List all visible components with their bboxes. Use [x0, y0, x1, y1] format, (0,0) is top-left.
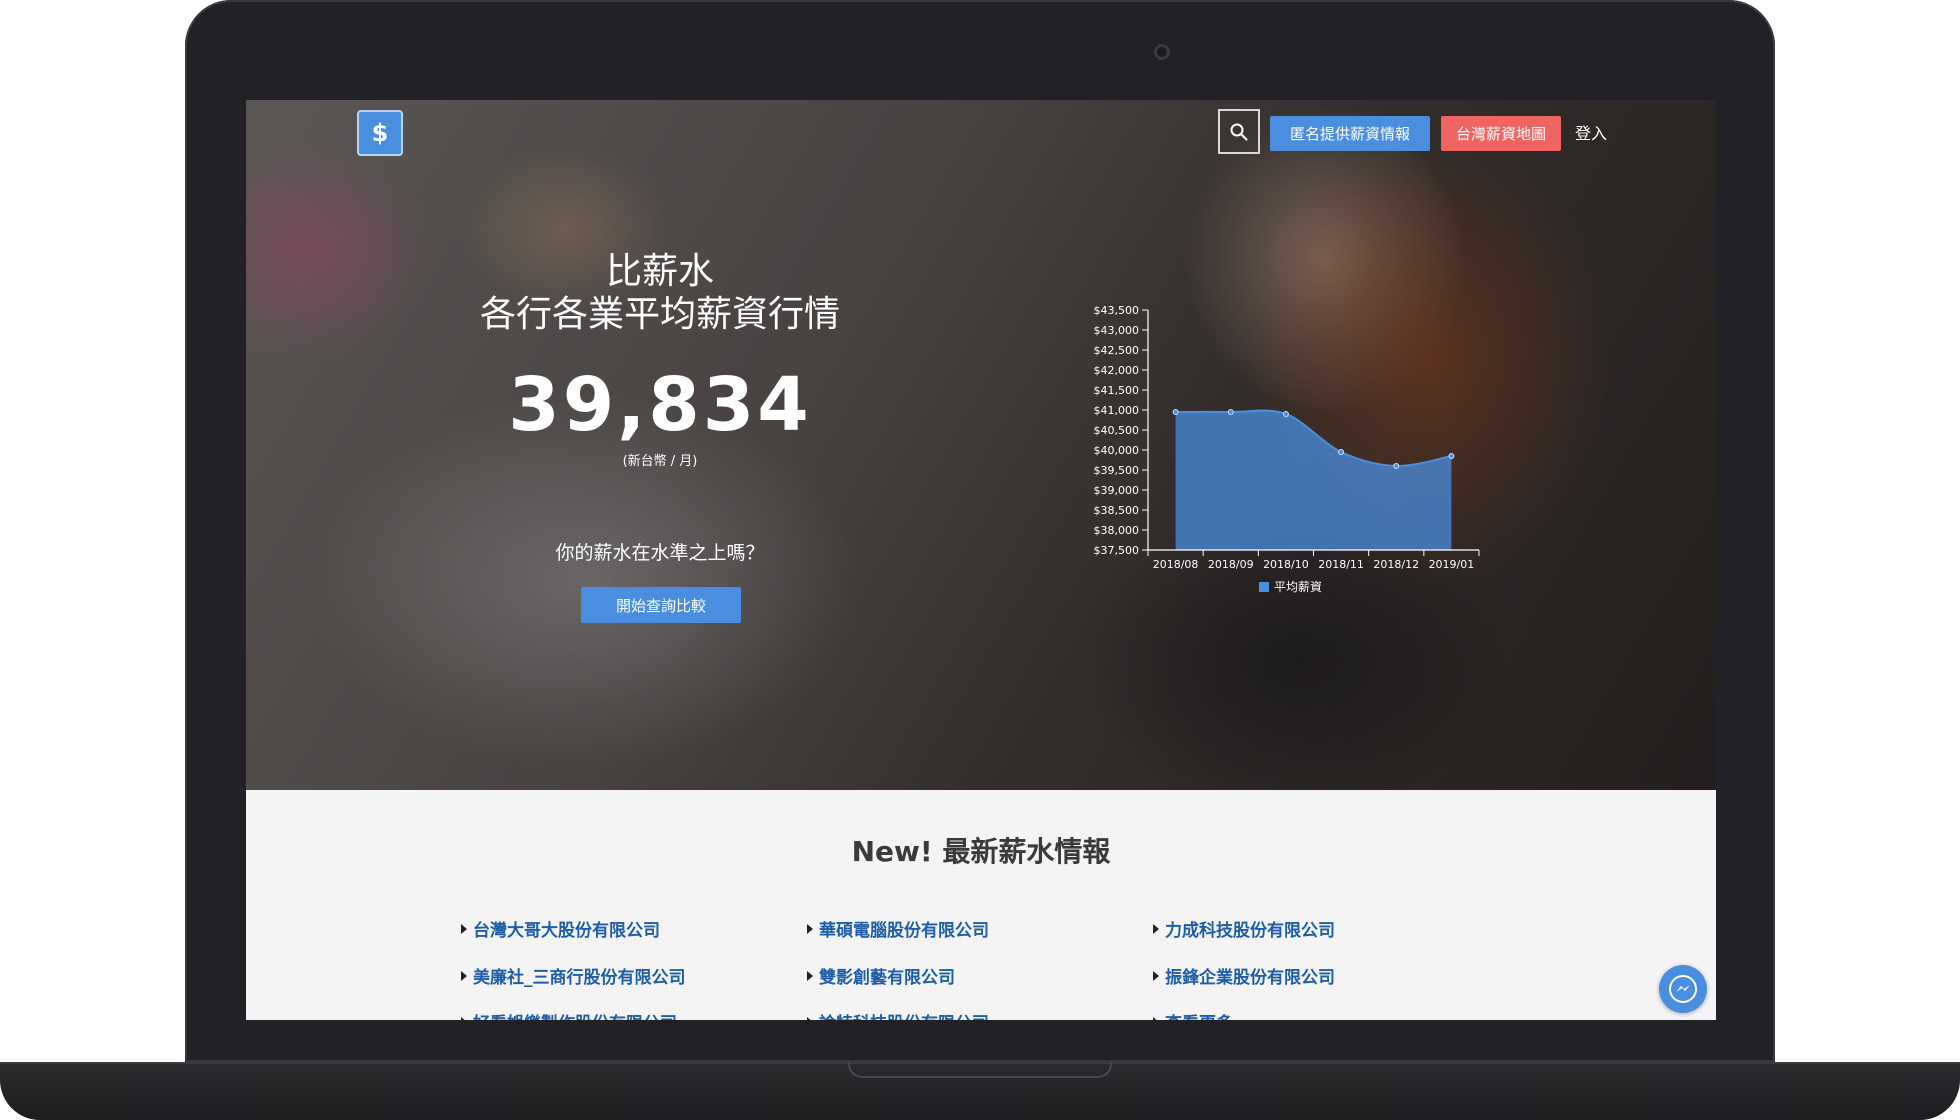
y-tick-label: $42,000	[1094, 364, 1140, 377]
y-tick-label: $37,500	[1094, 544, 1140, 557]
y-tick-label: $41,500	[1094, 384, 1140, 397]
average-salary-value: 39,834	[508, 362, 812, 448]
messenger-button[interactable]	[1659, 965, 1707, 1013]
x-tick-label: 2018/12	[1373, 558, 1419, 571]
anonymous-submit-button[interactable]: 匿名提供薪資情報	[1270, 116, 1430, 151]
y-tick-label: $39,500	[1094, 464, 1140, 477]
company-link[interactable]: 好看娛樂製作股份有限公司	[461, 1009, 677, 1020]
data-point	[1172, 409, 1179, 415]
page-title: 比薪水 各行各業平均薪資行情	[360, 250, 960, 336]
y-tick-label: $42,500	[1094, 344, 1140, 357]
legend-label: 平均薪資	[1274, 580, 1322, 594]
start-compare-button[interactable]: 開始查詢比較	[581, 587, 741, 623]
search-button[interactable]	[1218, 109, 1260, 154]
search-icon	[1230, 123, 1248, 141]
company-link[interactable]: 華碩電腦股份有限公司	[807, 916, 989, 941]
x-tick-label: 2018/11	[1318, 558, 1364, 571]
y-tick-label: $38,000	[1094, 524, 1140, 537]
browser-screen: $ 匿名提供薪資情報 台灣薪資地圖 登入 比薪水 各行各業平均薪資行情 39,8…	[246, 100, 1716, 1020]
title-line-1: 比薪水	[605, 251, 714, 292]
camera-icon	[1154, 44, 1170, 60]
salary-map-button[interactable]: 台灣薪資地圖	[1441, 116, 1561, 151]
salary-unit: (新台幣 / 月)	[622, 454, 698, 469]
x-tick-label: 2019/01	[1429, 558, 1475, 571]
y-tick-label: $43,500	[1094, 304, 1140, 317]
login-link[interactable]: 登入	[1575, 120, 1607, 144]
x-tick-label: 2018/10	[1263, 558, 1309, 571]
logo[interactable]: $	[357, 110, 403, 156]
y-tick-label: $39,000	[1094, 484, 1140, 497]
dollar-icon: $	[371, 119, 389, 147]
latest-salary-section: New! 最新薪水情報 台灣大哥大股份有限公司 華碩電腦股份有限公司 力成科技股…	[246, 790, 1716, 1020]
data-point	[1448, 453, 1455, 459]
company-link[interactable]: 美廉社_三商行股份有限公司	[461, 963, 686, 988]
y-tick-label: $38,500	[1094, 504, 1140, 517]
company-link[interactable]: 雙影創藝有限公司	[807, 963, 955, 988]
legend-swatch	[1259, 582, 1269, 592]
x-tick-label: 2018/09	[1208, 558, 1254, 571]
x-tick-label: 2018/08	[1153, 558, 1199, 571]
company-link[interactable]: 論特科技股份有限公司	[807, 1009, 989, 1020]
view-more-link[interactable]: 查看更多	[1153, 1009, 1233, 1020]
company-link[interactable]: 台灣大哥大股份有限公司	[461, 916, 660, 941]
company-link[interactable]: 振鋒企業股份有限公司	[1153, 963, 1335, 988]
data-point	[1393, 463, 1400, 469]
y-tick-label: $43,000	[1094, 324, 1140, 337]
data-point	[1282, 411, 1289, 417]
hero-question: 你的薪水在水準之上嗎？	[555, 542, 765, 564]
salary-area-chart: $37,500 $38,000 $38,500 $39,000 $39,500 $40,0…	[1094, 304, 1480, 594]
y-tick-label: $40,000	[1094, 444, 1140, 457]
latest-title: New! 最新薪水情報	[851, 835, 1111, 868]
data-point	[1227, 409, 1234, 415]
hero-section: $ 匿名提供薪資情報 台灣薪資地圖 登入 比薪水 各行各業平均薪資行情 39,8…	[246, 100, 1716, 790]
messenger-icon	[1669, 975, 1697, 1003]
y-tick-label: $41,000	[1094, 404, 1140, 417]
company-link[interactable]: 力成科技股份有限公司	[1153, 916, 1335, 941]
title-line-2: 各行各業平均薪資行情	[479, 294, 840, 335]
laptop-notch	[848, 1062, 1112, 1078]
y-tick-label: $40,500	[1094, 424, 1140, 437]
data-point	[1338, 449, 1345, 455]
